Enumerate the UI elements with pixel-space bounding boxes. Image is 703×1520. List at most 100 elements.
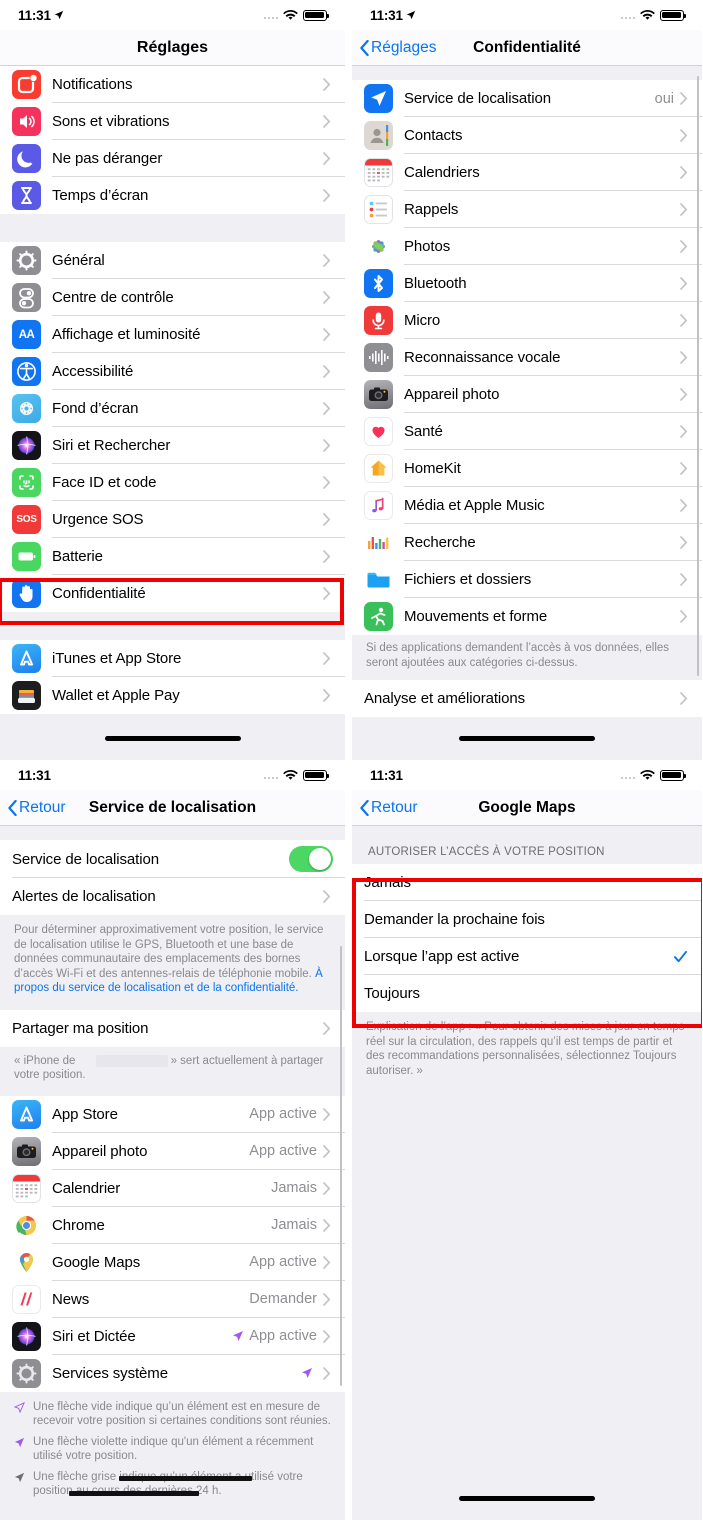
- calendar-icon: [364, 158, 393, 187]
- sidebar-item-do-not-disturb[interactable]: Ne pas déranger: [0, 140, 345, 177]
- sidebar-item-battery[interactable]: Batterie: [0, 538, 345, 575]
- privacy-list[interactable]: Service de localisation oui Contacts Cal…: [352, 66, 702, 760]
- siri-icon: [12, 431, 41, 460]
- location-services-toggle[interactable]: [289, 846, 333, 872]
- chevron-right-icon: [680, 166, 688, 179]
- sidebar-item-label: Temps d’écran: [52, 187, 149, 204]
- back-button[interactable]: Retour: [360, 799, 418, 817]
- settings-list[interactable]: Notifications Sons et vibrations Ne pas …: [0, 66, 345, 760]
- sos-icon: SOS: [12, 505, 41, 534]
- list-item[interactable]: Google Maps App active: [0, 1243, 345, 1281]
- google-maps-list[interactable]: AUTORISER L’ACCÈS À VOTRE POSITION Jamai…: [352, 826, 702, 1520]
- list-item[interactable]: Services système: [0, 1354, 345, 1392]
- legend-text: Une flèche vide indique qu’un élément es…: [33, 1400, 331, 1428]
- list-item[interactable]: Fichiers et dossiers: [352, 561, 702, 598]
- sidebar-item-accessibility[interactable]: Accessibilité: [0, 353, 345, 390]
- chevron-right-icon: [323, 689, 331, 702]
- list-item[interactable]: Appareil photo: [352, 376, 702, 413]
- list-item[interactable]: News Demander: [0, 1280, 345, 1318]
- share-note-part-a: « iPhone de: [14, 1054, 76, 1067]
- chevron-right-icon: [680, 536, 688, 549]
- sidebar-item-siri[interactable]: Siri et Rechercher: [0, 427, 345, 464]
- sidebar-item-sos[interactable]: SOS Urgence SOS: [0, 501, 345, 538]
- redaction-bar: [119, 1475, 252, 1481]
- share-location-group: Partager ma position: [0, 1009, 345, 1047]
- back-button[interactable]: Réglages: [360, 39, 437, 57]
- list-item[interactable]: Micro: [352, 302, 702, 339]
- signal-icon: [620, 11, 635, 19]
- purple-location-arrow-icon: [233, 1331, 244, 1341]
- option-demander-la-prochaine-fois[interactable]: Demander la prochaine fois: [352, 901, 702, 938]
- list-item[interactable]: Recherche: [352, 524, 702, 561]
- list-item-value: Demander: [249, 1291, 317, 1307]
- list-item[interactable]: App Store App active: [0, 1095, 345, 1133]
- sidebar-item-label: Notifications: [52, 76, 133, 93]
- chevron-right-icon: [323, 1218, 331, 1232]
- share-location-row[interactable]: Partager ma position: [0, 1009, 345, 1047]
- speech-recognition-icon: [364, 343, 393, 372]
- list-item-label: Calendrier: [52, 1179, 121, 1197]
- sidebar-item-face-id[interactable]: Face ID et code: [0, 464, 345, 501]
- sidebar-item-sounds[interactable]: Sons et vibrations: [0, 103, 345, 140]
- wallpaper-icon: [12, 394, 41, 423]
- list-item[interactable]: Service de localisation oui: [352, 80, 702, 117]
- scrollbar[interactable]: [339, 946, 342, 1386]
- sidebar-item-itunes-app-store[interactable]: iTunes et App Store: [0, 640, 345, 677]
- location-services-footnote: Pour déterminer approximativement votre …: [0, 915, 345, 1006]
- location-services-list[interactable]: Service de localisation Alertes de local…: [0, 826, 345, 1520]
- list-item-label: Mouvements et forme: [404, 608, 548, 625]
- list-item-label: Rappels: [404, 201, 459, 218]
- back-button-label: Réglages: [371, 38, 437, 56]
- chevron-right-icon: [323, 1292, 331, 1306]
- calendar-icon: [12, 1173, 41, 1203]
- list-item[interactable]: Photos: [352, 228, 702, 265]
- status-time: 11:31: [370, 767, 403, 783]
- scrollbar[interactable]: [696, 76, 699, 676]
- location-services-toggle-row[interactable]: Service de localisation: [0, 840, 345, 878]
- list-item-label: Fichiers et dossiers: [404, 571, 532, 588]
- panel-google-maps: 11:31 Retour Google Maps AUTORISER L’ACC…: [346, 760, 703, 1520]
- chevron-right-icon: [680, 610, 688, 623]
- sidebar-item-control-center[interactable]: Centre de contrôle: [0, 279, 345, 316]
- sidebar-item-label: Fond d’écran: [52, 400, 139, 417]
- location-alerts-row[interactable]: Alertes de localisation: [0, 878, 345, 915]
- list-item[interactable]: Rappels: [352, 191, 702, 228]
- list-item[interactable]: HomeKit: [352, 450, 702, 487]
- research-icon: [364, 528, 393, 557]
- list-item[interactable]: Reconnaissance vocale: [352, 339, 702, 376]
- list-item[interactable]: Calendriers: [352, 154, 702, 191]
- sidebar-item-privacy[interactable]: Confidentialité: [0, 575, 345, 612]
- sidebar-item-wallpaper[interactable]: Fond d’écran: [0, 390, 345, 427]
- sidebar-item-screen-time[interactable]: Temps d’écran: [0, 177, 345, 214]
- list-item[interactable]: Mouvements et forme: [352, 598, 702, 635]
- sidebar-item-label: Confidentialité: [52, 585, 146, 602]
- sidebar-item-general[interactable]: Général: [0, 242, 345, 279]
- location-toggle-group: Service de localisation Alertes de local…: [0, 840, 345, 915]
- home-indicator: [352, 1496, 702, 1501]
- list-item[interactable]: Contacts: [352, 117, 702, 154]
- back-button[interactable]: Retour: [8, 799, 66, 817]
- list-item[interactable]: Calendrier Jamais: [0, 1169, 345, 1207]
- sidebar-item-wallet[interactable]: Wallet et Apple Pay: [0, 677, 345, 714]
- sidebar-item-display-brightness[interactable]: AA Affichage et luminosité: [0, 316, 345, 353]
- list-item[interactable]: Siri et Dictée App active: [0, 1317, 345, 1355]
- privacy-analytics-group: Analyse et améliorations: [352, 680, 702, 717]
- chrome-icon: [12, 1210, 41, 1240]
- notifications-icon: [12, 70, 41, 99]
- list-item-value: Jamais: [271, 1180, 317, 1196]
- panel-settings: 11:31 Réglages Notifications Sons et vib…: [0, 0, 346, 760]
- chevron-right-icon: [680, 129, 688, 142]
- list-item[interactable]: Chrome Jamais: [0, 1206, 345, 1244]
- list-item[interactable]: Média et Apple Music: [352, 487, 702, 524]
- list-item[interactable]: Santé: [352, 413, 702, 450]
- option-jamais[interactable]: Jamais: [352, 864, 702, 901]
- list-item-analytics[interactable]: Analyse et améliorations: [352, 680, 702, 717]
- signal-icon: [263, 11, 278, 19]
- list-item[interactable]: Bluetooth: [352, 265, 702, 302]
- list-item-label: Analyse et améliorations: [364, 690, 526, 707]
- option-toujours[interactable]: Toujours: [352, 975, 702, 1012]
- sidebar-item-notifications[interactable]: Notifications: [0, 66, 345, 103]
- option-lorsque-lapp-est-active[interactable]: Lorsque l’app est active: [352, 938, 702, 975]
- sidebar-item-label: iTunes et App Store: [52, 650, 182, 667]
- list-item[interactable]: Appareil photo App active: [0, 1132, 345, 1170]
